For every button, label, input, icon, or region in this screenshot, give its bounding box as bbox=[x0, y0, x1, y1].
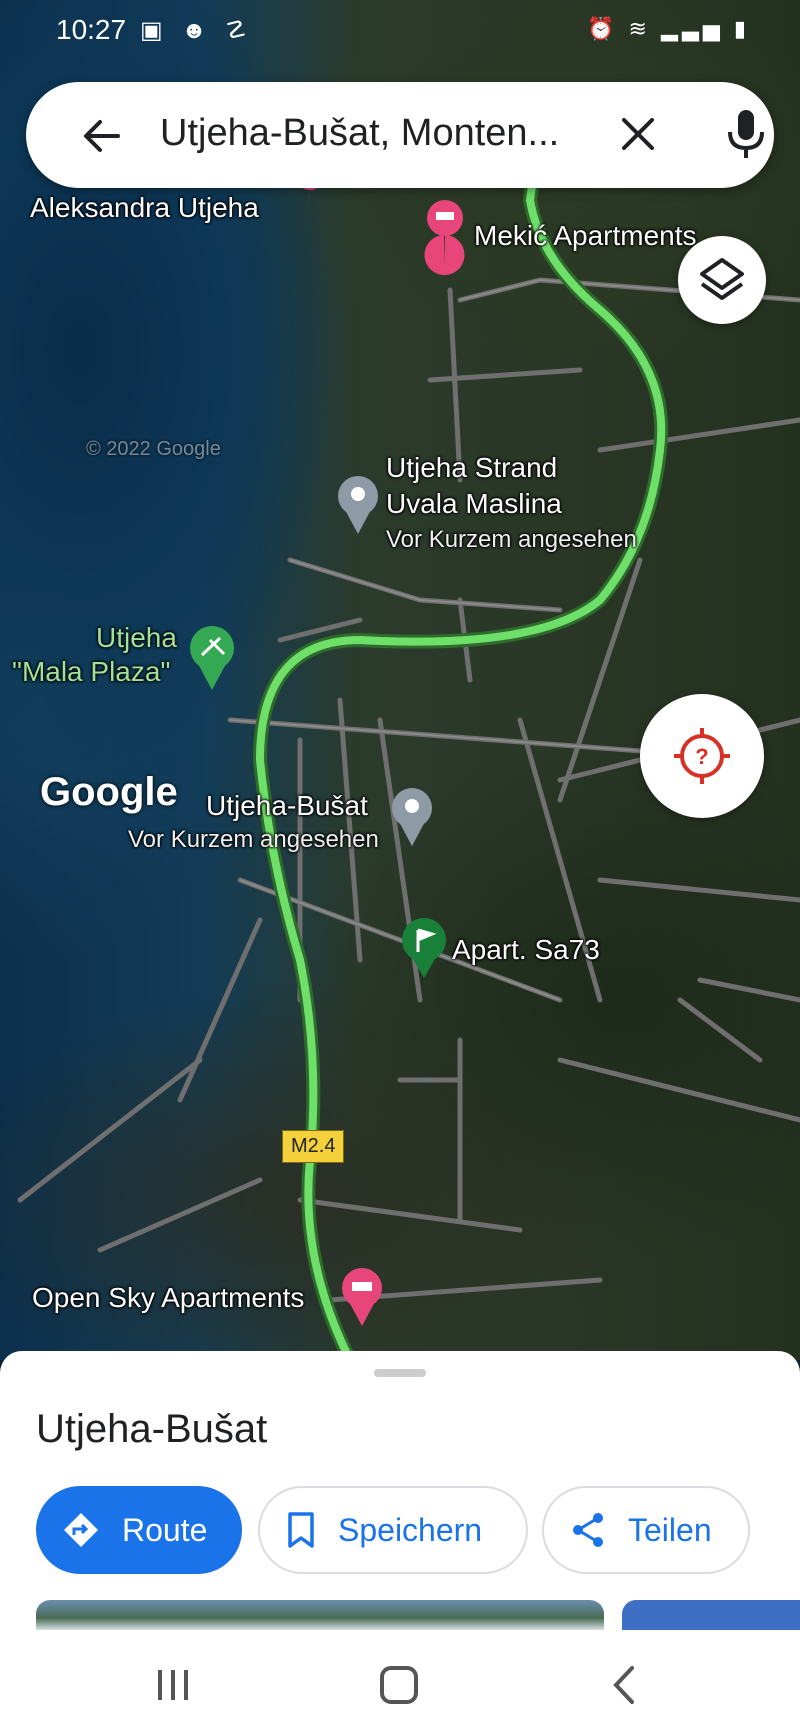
route-label: Route bbox=[122, 1511, 208, 1548]
share-label: Teilen bbox=[628, 1511, 712, 1548]
svg-text:?: ? bbox=[695, 744, 708, 769]
share-button[interactable]: Teilen bbox=[542, 1486, 750, 1574]
road-badge: M2.4 bbox=[282, 1130, 345, 1163]
my-location-button[interactable]: ? bbox=[640, 694, 764, 818]
recent-apps-icon[interactable] bbox=[150, 1662, 196, 1708]
map-label-recent: Vor Kurzem angesehen bbox=[386, 526, 637, 553]
place-pin[interactable] bbox=[338, 476, 378, 534]
save-label: Speichern bbox=[338, 1511, 483, 1548]
hotel-pin[interactable] bbox=[342, 1268, 382, 1326]
route-button[interactable]: Route bbox=[36, 1486, 242, 1574]
hotel-pin[interactable] bbox=[424, 200, 465, 275]
drag-handle[interactable] bbox=[374, 1369, 426, 1377]
home-icon[interactable] bbox=[376, 1662, 422, 1708]
back-icon[interactable] bbox=[602, 1662, 648, 1708]
map-label: Utjeha-Bušat bbox=[206, 790, 368, 821]
status-bar: 10:27 ▣ ☻ ☡ ⏰ ≋ ▂▃▅ ▮ bbox=[0, 0, 800, 62]
map-view[interactable]: Aleksandra Utjeha Mekić Apartments Utjeh… bbox=[0, 0, 800, 1360]
location-unknown-icon: ? bbox=[674, 728, 730, 784]
mic-icon[interactable] bbox=[724, 108, 768, 160]
flag-pin[interactable] bbox=[402, 918, 446, 978]
map-label: Uvala Maslina bbox=[386, 488, 562, 519]
save-button[interactable]: Speichern bbox=[258, 1486, 528, 1574]
layers-button[interactable] bbox=[678, 236, 766, 324]
status-time: 10:27 bbox=[56, 14, 127, 45]
system-icons: ⏰ ≋ ▂▃▅ ▮ bbox=[586, 16, 750, 41]
map-label: Open Sky Apartments bbox=[32, 1282, 305, 1313]
search-bar[interactable]: Utjeha-Bušat, Monten... bbox=[26, 82, 774, 188]
place-photo[interactable] bbox=[622, 1600, 800, 1630]
layers-icon bbox=[700, 258, 744, 300]
map-label: Aleksandra Utjeha bbox=[30, 192, 259, 223]
map-label: Mekić Apartments bbox=[474, 220, 697, 251]
map-label-recent: Vor Kurzem angesehen bbox=[128, 826, 379, 853]
place-title: Utjeha-Bušat bbox=[36, 1407, 268, 1451]
bookmark-icon bbox=[288, 1512, 314, 1548]
map-label: Utjeha Strand bbox=[386, 452, 558, 483]
search-input[interactable]: Utjeha-Bušat, Monten... bbox=[160, 112, 580, 155]
google-logo: Google bbox=[40, 770, 178, 814]
map-label: Apart. Sa73 bbox=[452, 934, 600, 965]
map-label: Utjeha bbox=[96, 622, 177, 653]
system-nav-bar bbox=[0, 1630, 800, 1734]
share-icon bbox=[573, 1513, 603, 1547]
beach-pin[interactable] bbox=[190, 626, 234, 690]
map-label: "Mala Plaza" bbox=[12, 656, 171, 687]
close-icon[interactable] bbox=[616, 112, 660, 156]
back-arrow-icon[interactable] bbox=[78, 112, 126, 160]
copyright: © 2022 Google bbox=[86, 438, 221, 460]
directions-icon bbox=[64, 1513, 98, 1547]
place-photo[interactable] bbox=[36, 1600, 604, 1630]
notification-icons: ▣ ☻ ☡ bbox=[140, 17, 253, 44]
